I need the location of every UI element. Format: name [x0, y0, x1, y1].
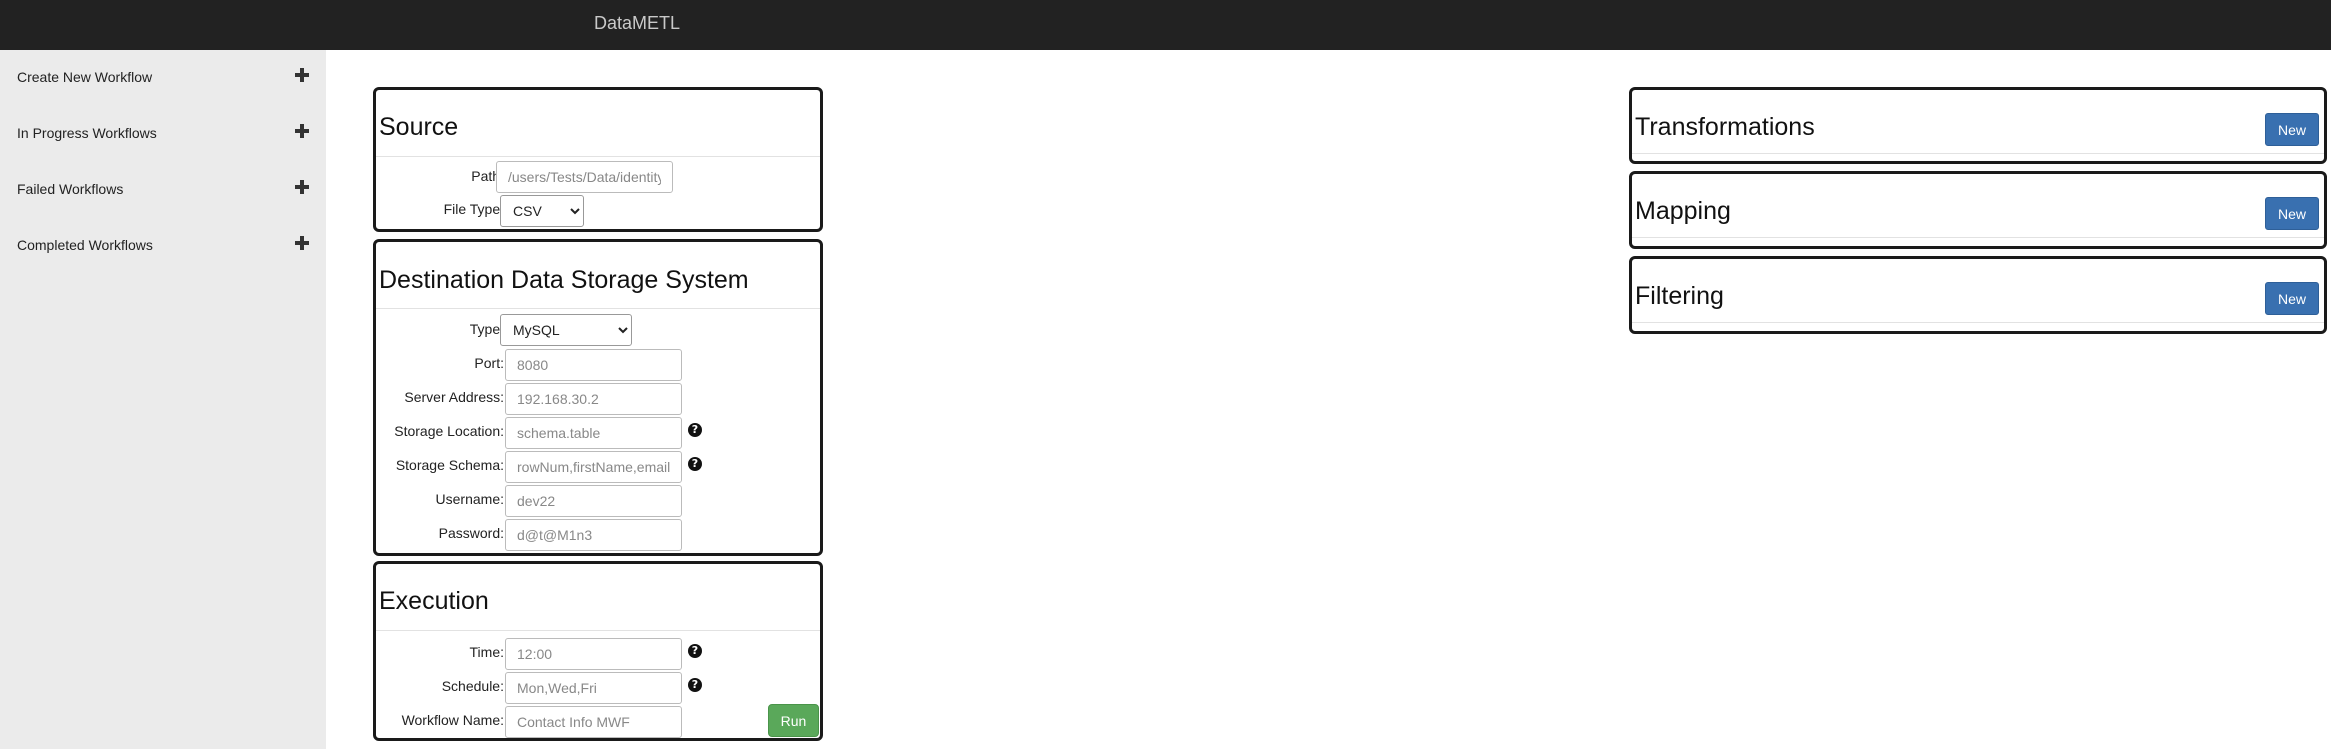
- plus-icon[interactable]: [295, 180, 309, 194]
- sidebar-item-completed-workflows[interactable]: Completed Workflows: [0, 225, 326, 265]
- execution-title: Execution: [379, 587, 489, 615]
- execution-panel: Execution Time: ? Schedule: ? Workflow N…: [373, 561, 823, 741]
- sidebar-item-label: Failed Workflows: [17, 181, 124, 197]
- type-label: Type:: [469, 321, 504, 337]
- file-type-label: File Type:: [443, 201, 504, 217]
- question-circle-icon[interactable]: ?: [688, 644, 702, 658]
- sidebar-item-label: Create New Workflow: [17, 69, 153, 85]
- sidebar-item-create-new-workflow[interactable]: Create New Workflow: [0, 57, 326, 97]
- app-title[interactable]: DataMETL: [594, 13, 680, 34]
- storage-location-label: Storage Location:: [394, 423, 504, 439]
- filtering-panel: Filtering New: [1629, 256, 2327, 334]
- storage-schema-label: Storage Schema:: [395, 457, 504, 473]
- storage-location-input[interactable]: [505, 417, 682, 449]
- divider: [376, 630, 820, 631]
- destination-title: Destination Data Storage System: [379, 266, 749, 294]
- divider: [376, 156, 820, 157]
- password-input[interactable]: [505, 519, 682, 551]
- path-input[interactable]: [496, 161, 673, 193]
- workflow-name-input[interactable]: [505, 706, 682, 738]
- filtering-title: Filtering: [1635, 282, 1724, 310]
- new-transformation-button[interactable]: New: [2265, 113, 2319, 146]
- plus-icon[interactable]: [295, 236, 309, 250]
- file-type-select[interactable]: CSV: [500, 195, 584, 227]
- port-label: Port:: [474, 355, 504, 371]
- storage-type-select[interactable]: MySQL: [500, 314, 632, 346]
- new-mapping-button[interactable]: New: [2265, 197, 2319, 230]
- transformations-title: Transformations: [1635, 113, 1815, 141]
- server-address-input[interactable]: [505, 383, 682, 415]
- schedule-input[interactable]: [505, 672, 682, 704]
- destination-panel: Destination Data Storage System Type: My…: [373, 239, 823, 556]
- divider: [376, 308, 820, 309]
- mapping-panel: Mapping New: [1629, 171, 2327, 249]
- time-input[interactable]: [505, 638, 682, 670]
- mapping-title: Mapping: [1635, 197, 1731, 225]
- sidebar: Create New Workflow In Progress Workflow…: [0, 50, 326, 749]
- password-label: Password:: [438, 525, 504, 541]
- question-circle-icon[interactable]: ?: [688, 423, 702, 437]
- sidebar-item-in-progress-workflows[interactable]: In Progress Workflows: [0, 113, 326, 153]
- workflow-name-label: Workflow Name:: [401, 712, 504, 728]
- question-circle-icon[interactable]: ?: [688, 457, 702, 471]
- top-navbar: DataMETL: [0, 0, 2331, 50]
- transformations-panel: Transformations New: [1629, 87, 2327, 164]
- sidebar-item-failed-workflows[interactable]: Failed Workflows: [0, 169, 326, 209]
- storage-schema-input[interactable]: [505, 451, 682, 483]
- question-circle-icon[interactable]: ?: [688, 678, 702, 692]
- divider: [1632, 322, 2324, 323]
- port-input[interactable]: [505, 349, 682, 381]
- source-panel: Source Path: File Type: CSV: [373, 87, 823, 232]
- divider: [1632, 153, 2324, 154]
- divider: [1632, 237, 2324, 238]
- server-address-label: Server Address:: [404, 389, 504, 405]
- plus-icon[interactable]: [295, 124, 309, 138]
- username-label: Username:: [435, 491, 504, 507]
- sidebar-item-label: Completed Workflows: [17, 237, 153, 253]
- plus-icon[interactable]: [295, 68, 309, 82]
- sidebar-item-label: In Progress Workflows: [17, 125, 157, 141]
- username-input[interactable]: [505, 485, 682, 517]
- source-title: Source: [379, 113, 459, 141]
- time-label: Time:: [469, 644, 504, 660]
- schedule-label: Schedule:: [441, 678, 504, 694]
- run-button[interactable]: Run: [768, 704, 819, 737]
- new-filter-button[interactable]: New: [2265, 282, 2319, 315]
